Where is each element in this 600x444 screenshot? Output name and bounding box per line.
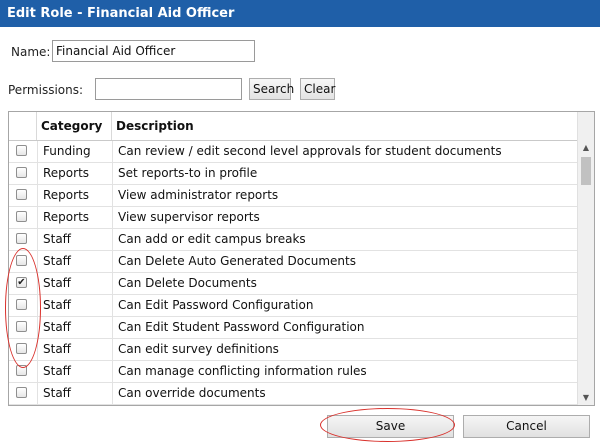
cell-description: Set reports-to in profile (112, 163, 577, 185)
table-row[interactable]: Staff Can manage conflicting information … (9, 361, 577, 383)
window-title-bar: Edit Role - Financial Aid Officer (0, 0, 600, 27)
row-checkbox[interactable] (16, 343, 27, 354)
row-checkbox[interactable] (16, 365, 27, 376)
cell-category: Staff (37, 273, 112, 295)
cell-description: Can Delete Documents (112, 273, 577, 295)
cell-description: View administrator reports (112, 185, 577, 207)
table-row[interactable]: Staff Can Delete Auto Generated Documents (9, 251, 577, 273)
header-checkbox-column (9, 112, 37, 140)
cell-description: Can add or edit campus breaks (112, 229, 577, 251)
cell-category: Funding (37, 141, 112, 163)
cell-description: Can review / edit second level approvals… (112, 141, 577, 163)
row-checkbox[interactable] (16, 233, 27, 244)
permissions-label: Permissions: (8, 83, 84, 97)
row-checkbox[interactable] (16, 299, 27, 310)
header-category[interactable]: Category (37, 112, 112, 140)
name-input[interactable] (52, 40, 255, 62)
table-row[interactable]: ✔ Staff Can Delete Documents (9, 273, 577, 295)
row-checkbox[interactable]: ✔ (16, 277, 27, 288)
cell-category: Staff (37, 339, 112, 361)
table-row[interactable]: Reports View administrator reports (9, 185, 577, 207)
row-checkbox[interactable] (16, 145, 27, 156)
cell-category: Staff (37, 295, 112, 317)
header-description[interactable]: Description (112, 112, 577, 140)
row-checkbox[interactable] (16, 167, 27, 178)
name-label: Name: (11, 45, 51, 59)
table-row[interactable]: Staff Can Edit Password Configuration (9, 295, 577, 317)
row-checkbox[interactable] (16, 321, 27, 332)
row-checkbox[interactable] (16, 387, 27, 398)
window-title: Edit Role - Financial Aid Officer (7, 6, 235, 21)
permissions-search-input[interactable] (95, 78, 242, 100)
row-checkbox[interactable] (16, 255, 27, 266)
row-checkbox[interactable] (16, 189, 27, 200)
cell-category: Reports (37, 207, 112, 229)
cell-description: Can Edit Student Password Configuration (112, 317, 577, 339)
clear-button[interactable]: Clear (300, 78, 335, 100)
cell-description: View supervisor reports (112, 207, 577, 229)
row-checkbox[interactable] (16, 211, 27, 222)
cell-description: Can manage conflicting information rules (112, 361, 577, 383)
cell-category: Staff (37, 317, 112, 339)
cell-category: Staff (37, 251, 112, 273)
cell-category: Staff (37, 383, 112, 405)
table-row[interactable]: Staff Can Edit Student Password Configura… (9, 317, 577, 339)
scroll-thumb[interactable] (581, 157, 591, 185)
table-row[interactable]: Staff Can override documents (9, 383, 577, 405)
cell-description: Can Edit Password Configuration (112, 295, 577, 317)
cell-category: Reports (37, 185, 112, 207)
table-row[interactable]: Staff Can edit survey definitions (9, 339, 577, 361)
table-row[interactable]: Reports Set reports-to in profile (9, 163, 577, 185)
table-row[interactable]: Reports View supervisor reports (9, 207, 577, 229)
grid-rows: Funding Can review / edit second level ap… (9, 141, 577, 405)
permissions-grid: Category Description Funding Can review /… (8, 111, 595, 406)
cell-category: Staff (37, 361, 112, 383)
grid-header: Category Description (9, 112, 577, 141)
cell-category: Staff (37, 229, 112, 251)
cell-category: Reports (37, 163, 112, 185)
grid-scrollbar[interactable]: ▲ ▼ (577, 112, 594, 405)
save-button[interactable]: Save (327, 415, 454, 438)
cell-description: Can Delete Auto Generated Documents (112, 251, 577, 273)
table-row[interactable]: Staff Can add or edit campus breaks (9, 229, 577, 251)
cell-description: Can override documents (112, 383, 577, 405)
cancel-button[interactable]: Cancel (463, 415, 590, 438)
cell-description: Can edit survey definitions (112, 339, 577, 361)
table-row[interactable]: Funding Can review / edit second level ap… (9, 141, 577, 163)
scroll-up-arrow-icon[interactable]: ▲ (578, 141, 594, 155)
scroll-down-arrow-icon[interactable]: ▼ (578, 391, 594, 405)
search-button[interactable]: Search (249, 78, 294, 100)
